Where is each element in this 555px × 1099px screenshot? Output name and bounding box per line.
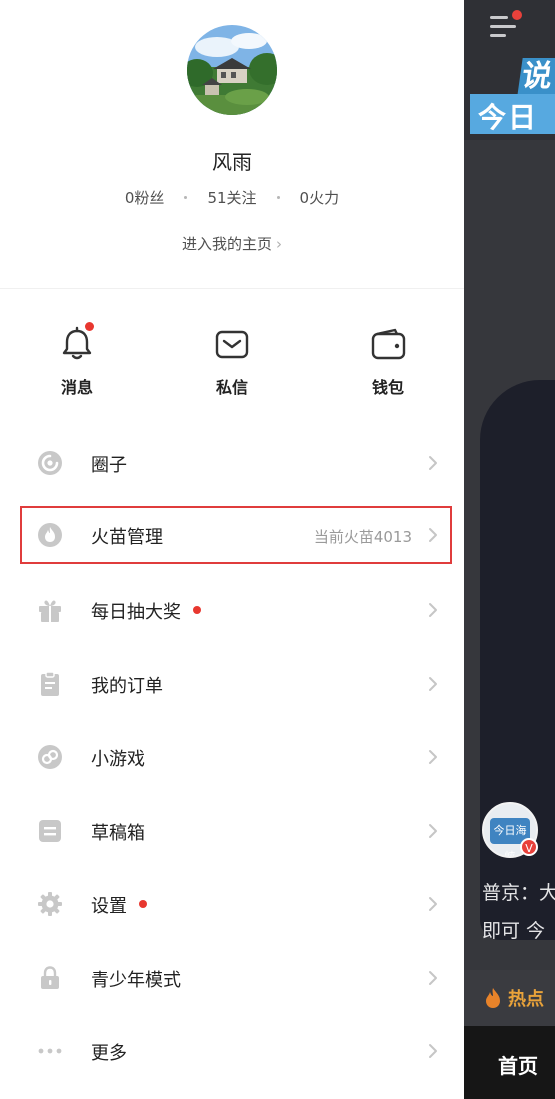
chevron-right-icon	[429, 528, 437, 542]
menu-label: 每日抽大奖	[91, 598, 201, 624]
hot-label: 热点	[508, 989, 544, 1010]
user-avatar[interactable]	[187, 25, 277, 115]
menu-label: 小游戏	[91, 749, 145, 770]
chevron-right-icon	[429, 1044, 437, 1058]
section-divider	[0, 288, 464, 289]
draft-icon	[39, 820, 61, 842]
menu-item-daily-lottery[interactable]: 每日抽大奖	[20, 581, 452, 639]
private-message-button[interactable]: 私信	[192, 325, 272, 398]
wallet-icon	[371, 328, 406, 360]
menu-item-drafts[interactable]: 草稿箱	[20, 802, 452, 860]
user-name: 风雨	[212, 150, 252, 174]
bottom-tab-bar: 首页	[464, 1026, 555, 1099]
firepower-stat[interactable]: 0火力	[300, 189, 340, 207]
menu-item-my-orders[interactable]: 我的订单	[20, 655, 452, 713]
flame-icon	[38, 523, 62, 547]
chevron-right-icon: ›	[276, 235, 282, 253]
chevron-right-icon	[429, 750, 437, 764]
video-banner: 说 今日	[470, 58, 555, 134]
menu-label: 我的订单	[91, 676, 163, 697]
chevron-right-icon	[429, 677, 437, 691]
mail-icon	[215, 330, 249, 359]
menu-item-settings[interactable]: 设置	[20, 875, 452, 933]
menu-item-circle[interactable]: 圈子	[20, 434, 452, 492]
stats-separator	[184, 196, 188, 199]
private-message-label: 私信	[215, 378, 248, 397]
messages-badge	[85, 322, 94, 331]
wallet-button[interactable]: 钱包	[348, 325, 428, 398]
stats-separator	[276, 196, 280, 199]
chevron-right-icon	[429, 603, 437, 617]
hot-flame-icon	[486, 988, 500, 1008]
menu-label: 青少年模式	[91, 970, 181, 991]
menu-item-mini-games[interactable]: 小游戏	[20, 728, 452, 786]
background-video-panel[interactable]: 说 今日 今日海峡 V 普京：大 即可 今 热点 首页	[464, 0, 555, 1099]
game-icon	[38, 745, 62, 769]
chevron-right-icon	[429, 971, 437, 985]
menu-label: 设置	[91, 892, 147, 918]
new-badge-dot	[193, 606, 201, 614]
video-caption-line2: 即可 今	[482, 920, 546, 942]
lock-icon	[41, 966, 59, 989]
side-drawer: 风雨 0粉丝 51关注 0火力 进入我的主页 › 消息 私信 钱包 圈子 火苗管…	[0, 0, 464, 1099]
clipboard-icon	[41, 671, 59, 696]
gear-icon	[38, 892, 62, 916]
messages-label: 消息	[60, 378, 93, 397]
menu-label: 圈子	[91, 455, 127, 476]
banner-top-word: 说	[517, 58, 555, 96]
menu-label: 更多	[91, 1043, 127, 1064]
menu-item-flame-management[interactable]: 火苗管理 当前火苗4013	[20, 506, 452, 564]
new-badge-dot	[139, 900, 147, 908]
circle-icon	[38, 451, 62, 475]
menu-item-teen-mode[interactable]: 青少年模式	[20, 949, 452, 1007]
homepage-link[interactable]: 进入我的主页 ›	[0, 233, 464, 254]
menu-item-more[interactable]: 更多	[20, 1022, 452, 1080]
chevron-right-icon	[429, 456, 437, 470]
flame-count-value: 当前火苗4013	[313, 528, 412, 546]
feed-menu-badge	[512, 10, 522, 20]
feed-menu-icon[interactable]	[490, 10, 522, 44]
tab-home[interactable]: 首页	[498, 1050, 538, 1079]
video-caption-line1: 普京：大	[482, 882, 555, 904]
following-stat[interactable]: 51关注	[207, 189, 256, 207]
wallet-label: 钱包	[371, 378, 404, 397]
user-stats: 0粉丝 51关注 0火力	[0, 187, 464, 208]
fans-stat[interactable]: 0粉丝	[125, 189, 165, 207]
menu-label: 火苗管理	[91, 527, 163, 548]
homepage-link-label: 进入我的主页	[181, 235, 272, 253]
hot-topic-bar[interactable]: 热点	[464, 970, 555, 1026]
verified-badge: V	[520, 838, 538, 856]
gift-icon	[39, 600, 61, 622]
banner-text: 今日	[478, 101, 539, 134]
messages-button[interactable]: 消息	[37, 322, 117, 398]
more-icon	[38, 1048, 62, 1054]
chevron-right-icon	[429, 824, 437, 838]
chevron-right-icon	[429, 897, 437, 911]
menu-label: 草稿箱	[91, 823, 145, 844]
